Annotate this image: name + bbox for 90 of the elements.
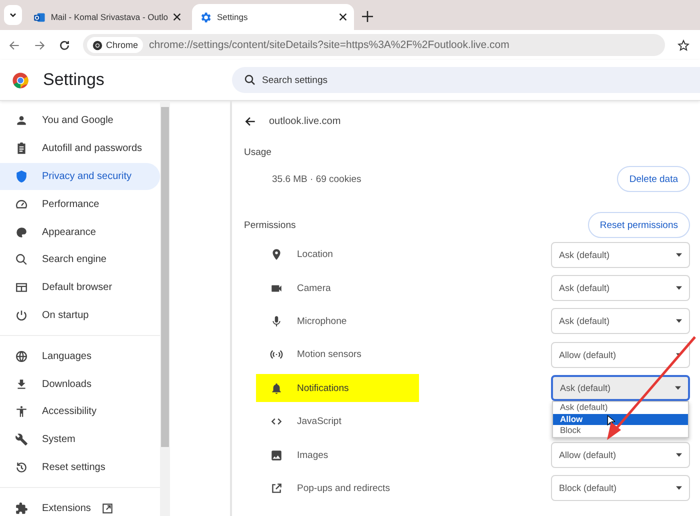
browser-window-icon [15, 281, 28, 294]
permission-dropdown[interactable]: Ask (default) [551, 308, 690, 334]
sidebar-item[interactable]: On startup [0, 302, 160, 330]
permission-label: Microphone [256, 307, 419, 336]
wrench-icon [15, 433, 28, 446]
back-icon[interactable] [244, 114, 257, 128]
search-icon [15, 253, 28, 266]
gear-icon [199, 10, 212, 24]
dropdown-option[interactable]: Ask (default) [553, 402, 688, 414]
external-link-icon [100, 502, 114, 515]
site-chip[interactable]: Chrome [87, 37, 144, 53]
sidebar-item[interactable]: Reset settings [0, 454, 160, 482]
reload-icon[interactable] [58, 38, 71, 52]
reset-permissions-button[interactable]: Reset permissions [588, 212, 690, 238]
address-bar[interactable]: Chrome chrome://settings/content/siteDetails?site=https%3A%2F%2Foutlook.live.com [83, 34, 665, 56]
person-icon [15, 114, 28, 128]
close-icon[interactable] [339, 13, 347, 21]
motion-sensor-icon [270, 348, 283, 362]
search-field[interactable]: Search settings [232, 67, 700, 93]
tab-search-button[interactable] [4, 5, 22, 25]
history-icon [15, 460, 28, 474]
gauge-icon [15, 198, 28, 211]
sidebar-item[interactable]: Privacy and security [0, 162, 160, 190]
sidebar-item[interactable]: System [0, 426, 160, 454]
highlighted-permission-label: Notifications [256, 374, 419, 402]
permission-label: Location [256, 240, 419, 269]
mail-icon [33, 10, 46, 24]
power-icon [15, 308, 28, 322]
browser-tab[interactable]: Mail - Komal Srivastava - Outlo [26, 4, 188, 30]
permission-label: Pop-ups and redirects [256, 474, 419, 502]
image-icon [270, 448, 283, 462]
chrome-logo-icon [12, 72, 29, 88]
caret-icon [676, 352, 682, 357]
accessibility-icon [15, 405, 28, 418]
url-text: chrome://settings/content/siteDetails?site=https%3A%2F%2Foutlook.live.com [149, 39, 510, 51]
chrome-logo-icon [92, 40, 103, 50]
permission-dropdown[interactable]: Ask (default) [551, 275, 690, 302]
dropdown-option[interactable]: Allow [553, 414, 688, 426]
permission-dropdown[interactable]: Allow (default) [551, 342, 690, 368]
scrollbar[interactable] [160, 101, 170, 516]
section-heading: Permissions [244, 220, 296, 230]
site-name: outlook.live.com [269, 116, 341, 126]
caret-icon [675, 386, 681, 390]
puzzle-icon [15, 502, 28, 515]
external-link-icon [270, 482, 283, 495]
delete-data-button[interactable]: Delete data [617, 166, 690, 192]
download-icon [15, 378, 28, 391]
permission-label: Camera [256, 274, 419, 302]
permission-dropdown[interactable]: Block (default) [551, 475, 690, 502]
location-pin-icon [270, 248, 283, 262]
search-icon [244, 74, 256, 86]
section-heading: Usage [244, 147, 272, 158]
tab-title: Settings [217, 12, 249, 22]
sidebar-item[interactable]: You and Google [0, 107, 160, 135]
sidebar-item[interactable]: Languages [0, 342, 160, 370]
caret-icon [676, 453, 682, 458]
permission-label: JavaScript [256, 408, 419, 436]
sidebar-item[interactable]: Default browser [0, 274, 160, 302]
bell-icon [270, 382, 283, 395]
dropdown-option[interactable]: Block [553, 425, 688, 437]
shield-icon [15, 170, 28, 183]
permission-label: Motion sensors [256, 340, 419, 369]
microphone-icon [270, 314, 283, 328]
sidebar-item[interactable]: Downloads [0, 370, 160, 398]
close-icon[interactable] [173, 13, 181, 21]
sidebar-item[interactable]: Accessibility [0, 398, 160, 426]
permission-label: Images [256, 441, 419, 470]
sidebar-item[interactable]: Extensions [0, 494, 160, 516]
page-title: Settings [43, 70, 104, 90]
caret-icon [676, 486, 682, 490]
permission-dropdown[interactable]: Allow (default) [551, 442, 690, 468]
globe-icon [15, 350, 28, 363]
sidebar-item[interactable]: Autofill and passwords [0, 134, 160, 163]
caret-icon [676, 286, 682, 290]
caret-icon [676, 252, 682, 257]
scrollbar-thumb[interactable] [161, 107, 169, 447]
new-tab-icon[interactable] [362, 11, 373, 22]
star-icon[interactable] [677, 38, 690, 52]
sidebar-item[interactable]: Performance [0, 190, 160, 218]
usage-text: 35.6 MB · 69 cookies [272, 174, 362, 184]
permission-dropdown[interactable]: Ask (default) [551, 375, 690, 402]
browser-tab[interactable]: Settings [192, 4, 354, 30]
clipboard-icon [15, 142, 28, 156]
palette-icon [15, 226, 28, 239]
permission-dropdown[interactable]: Ask (default) [551, 242, 690, 268]
forward-icon[interactable] [33, 38, 46, 52]
tab-title: Mail - Komal Srivastava - Outlo [50, 12, 168, 22]
sidebar-item[interactable]: Search engine [0, 246, 160, 274]
sidebar-item[interactable]: Appearance [0, 218, 160, 246]
caret-icon [676, 319, 682, 324]
